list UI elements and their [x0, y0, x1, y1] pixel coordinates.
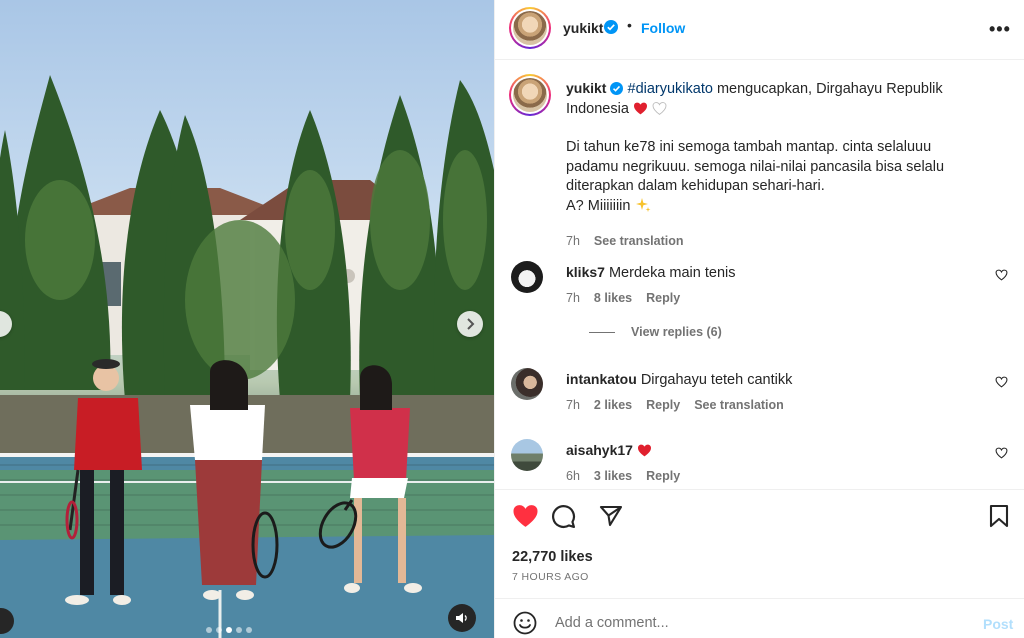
- verified-badge-icon: [604, 20, 618, 34]
- more-options-icon[interactable]: •••: [989, 19, 1011, 40]
- separator-dot: •: [627, 17, 632, 33]
- likes-count[interactable]: 22,770 likes: [512, 549, 593, 565]
- view-replies-button[interactable]: View replies (6): [589, 325, 722, 339]
- commenter-username[interactable]: kliks7: [566, 264, 605, 280]
- comments-list[interactable]: yukikt #diaryukikato mengucapkan, Dirgah…: [495, 61, 1024, 489]
- reply-button[interactable]: Reply: [646, 398, 680, 412]
- carousel-dot: [206, 627, 212, 633]
- like-comment-heart-icon[interactable]: [995, 269, 1008, 281]
- commenter-avatar[interactable]: [511, 439, 543, 471]
- commenter-username[interactable]: aisahyk17: [566, 442, 633, 458]
- caption-paragraph-line: diterapkan dalam kehidupan sehari-hari.: [566, 178, 825, 194]
- caption-line1: mengucapkan, Dirgahayu Republik Indonesi…: [566, 81, 943, 117]
- carousel-dot-active: [226, 627, 232, 633]
- reply-button[interactable]: Reply: [646, 291, 680, 305]
- white-heart-emoji-icon: [652, 101, 667, 115]
- comment-time: 7h: [566, 291, 580, 305]
- like-comment-heart-icon[interactable]: [995, 447, 1008, 459]
- carousel-dot: [216, 627, 222, 633]
- commenter-username[interactable]: intankatou: [566, 371, 637, 387]
- like-comment-heart-icon[interactable]: [995, 376, 1008, 388]
- red-heart-emoji-icon: [633, 102, 647, 114]
- add-comment-bar: Post: [495, 598, 1024, 638]
- caption-paragraph-line: Di tahun ke78 ini semoga tambah mantap. …: [566, 139, 932, 155]
- carousel-dot: [236, 627, 242, 633]
- caption-meta: 7h See translation: [566, 234, 684, 248]
- caption-avatar[interactable]: [509, 74, 551, 116]
- comment-meta: 7h 8 likes Reply: [566, 291, 680, 305]
- caption-text: yukikt #diaryukikato mengucapkan, Dirgah…: [566, 79, 966, 216]
- share-icon[interactable]: [599, 504, 623, 528]
- commenter-avatar[interactable]: [511, 261, 543, 293]
- post-side-panel: yukikt • Follow ••• yukikt #diaryukikato…: [494, 0, 1024, 638]
- reply-button[interactable]: Reply: [646, 469, 680, 483]
- instagram-post-view: yukikt • Follow ••• yukikt #diaryukikato…: [0, 0, 1024, 638]
- comment-text: kliks7 Merdeka main tenis: [566, 263, 956, 282]
- post-timestamp: 7 HOURS AGO: [512, 571, 589, 583]
- caption-hashtag-link[interactable]: #diaryukikato: [628, 81, 713, 97]
- carousel-dot: [246, 627, 252, 633]
- chevron-right-icon: [467, 318, 475, 330]
- post-comment-button[interactable]: Post: [983, 616, 1013, 632]
- comment-likes[interactable]: 3 likes: [594, 469, 632, 483]
- caption-username[interactable]: yukikt: [566, 80, 606, 96]
- comment-time: 7h: [566, 398, 580, 412]
- caption-time: 7h: [566, 234, 580, 248]
- red-heart-emoji-icon: [637, 444, 651, 457]
- comment-likes[interactable]: 8 likes: [594, 291, 632, 305]
- speaker-icon: [456, 613, 467, 623]
- emoji-picker-icon[interactable]: [513, 611, 537, 635]
- post-header: yukikt • Follow •••: [495, 0, 1024, 60]
- caption-paragraph-line: padamu negrikuuu. semoga nilai-nilai pan…: [566, 158, 945, 175]
- commenter-avatar[interactable]: [511, 368, 543, 400]
- author-avatar[interactable]: [509, 7, 551, 49]
- author-username[interactable]: yukikt: [563, 20, 603, 36]
- post-media[interactable]: [0, 0, 494, 638]
- save-bookmark-icon[interactable]: [989, 504, 1009, 528]
- carousel-indicator: [206, 627, 252, 633]
- comment-meta: 7h 2 likes Reply See translation: [566, 398, 784, 412]
- comment-text: intankatou Dirgahayu teteh cantikk: [566, 370, 956, 389]
- next-slide-button[interactable]: [457, 311, 483, 337]
- audio-toggle-button[interactable]: [448, 604, 476, 632]
- follow-button[interactable]: Follow: [641, 20, 685, 36]
- sparkles-emoji-icon: [635, 197, 650, 212]
- photo-tennis-court: [0, 75, 494, 638]
- comment-meta: 6h 3 likes Reply: [566, 469, 680, 483]
- comment-body: Merdeka main tenis: [608, 265, 736, 281]
- post-actions: 22,770 likes 7 HOURS AGO: [495, 489, 1024, 589]
- comment-text: aisahyk17: [566, 441, 956, 460]
- comment-time: 6h: [566, 469, 580, 483]
- like-heart-icon[interactable]: [512, 504, 539, 528]
- caption-paragraph-line: A? Miiiiiiin: [566, 197, 966, 217]
- comment-input[interactable]: [555, 615, 955, 631]
- see-translation-link[interactable]: See translation: [694, 398, 784, 412]
- comment-icon[interactable]: [551, 504, 576, 529]
- see-translation-link[interactable]: See translation: [594, 234, 684, 248]
- verified-badge-icon: [610, 82, 624, 95]
- comment-body: Dirgahayu teteh cantikk: [640, 372, 793, 388]
- comment-likes[interactable]: 2 likes: [594, 398, 632, 412]
